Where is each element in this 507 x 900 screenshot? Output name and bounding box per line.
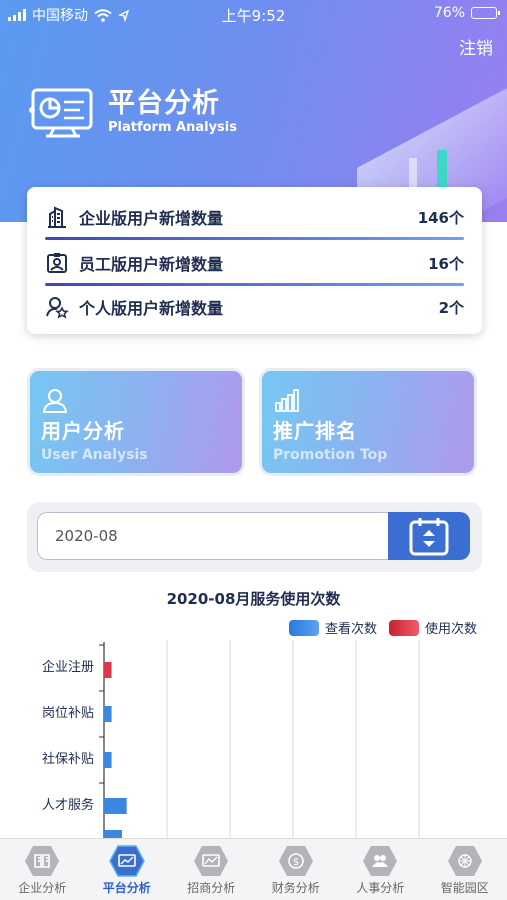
platform-analysis-icon [108, 845, 145, 877]
battery-icon [471, 7, 500, 19]
person-star-icon [46, 297, 69, 319]
tab-platform-analysis[interactable]: 平台分析 [85, 839, 170, 900]
use-count-bar [104, 662, 112, 678]
page-heading: 平台分析 Platform Analysis [28, 84, 237, 140]
stat-value: 2个 [438, 298, 464, 317]
tile-title: 用户分析 [41, 419, 125, 443]
page-title: 平台分析 [108, 88, 220, 119]
view-count-bar [104, 752, 112, 768]
legend-swatch-uses [388, 619, 419, 636]
stat-row-enterprise: 企业版用户新增数量 146个 [45, 197, 464, 237]
month-selector [27, 502, 482, 572]
legend-label: 使用次数 [424, 622, 477, 637]
legend-swatch-views [288, 619, 319, 636]
stat-label: 员工版用户新增数量 [79, 255, 224, 274]
view-count-bar [104, 830, 122, 838]
new-users-card: 企业版用户新增数量 146个 员工版用户新增数量 16个 个人版用户新增数量 2… [27, 187, 482, 334]
chart-title: 2020-08月服务使用次数 [166, 590, 341, 608]
divider [45, 283, 464, 286]
banner-decoration-bar [409, 158, 417, 190]
monitor-chart-icon [29, 88, 93, 138]
building-icon [48, 206, 66, 228]
user-analysis-tile[interactable]: 用户分析 User Analysis [27, 368, 245, 476]
stat-label: 个人版用户新增数量 [79, 299, 224, 318]
legend-label: 查看次数 [324, 622, 377, 637]
view-count-bar [104, 798, 127, 814]
calendar-button[interactable] [388, 512, 470, 560]
view-count-bar [104, 706, 112, 722]
legend-item-views[interactable]: 查看次数 [288, 618, 377, 637]
tile-subtitle: Promotion Top [273, 447, 388, 463]
tab-smart-park[interactable]: 智能园区 [423, 839, 507, 900]
user-icon [42, 389, 68, 413]
tab-hr-analysis[interactable]: 人事分析 [338, 839, 423, 900]
smart-park-icon [447, 846, 482, 876]
status-bar: 中国移动 上午9:52 76% [0, 0, 507, 28]
stat-row-personal: 个人版用户新增数量 2个 [45, 287, 464, 327]
tab-label: 企业分析 [18, 881, 67, 895]
month-input[interactable] [37, 512, 389, 560]
page-subtitle: Platform Analysis [108, 120, 237, 135]
logout-button[interactable]: 注销 [459, 34, 493, 59]
divider [45, 237, 464, 240]
tab-label: 智能园区 [440, 881, 489, 895]
svg-text:$: $ [293, 857, 299, 868]
promotion-ranking-tile[interactable]: 推广排名 Promotion Top [259, 368, 477, 476]
category-label: 岗位补贴 [42, 706, 94, 721]
stat-row-employee: 员工版用户新增数量 16个 [45, 243, 464, 283]
tab-investment-analysis[interactable]: 招商分析 [169, 839, 254, 900]
banner-decoration-bar [437, 150, 447, 190]
tab-label: 财务分析 [271, 881, 320, 895]
investment-analysis-icon [194, 846, 229, 876]
stat-value: 146个 [417, 208, 464, 227]
category-label: 人才服务 [42, 797, 94, 813]
chart-legend: 查看次数 使用次数 [277, 618, 477, 637]
category-label: 企业注册 [42, 659, 94, 675]
tab-label: 平台分析 [102, 881, 151, 895]
bottom-tab-bar: 企业分析 平台分析 招商分析 $ 财务分析 人事分析 智能园区 [0, 838, 507, 900]
stat-value: 16个 [428, 254, 464, 273]
service-usage-chart: 企业注册岗位补贴社保补贴人才服务 [42, 640, 420, 838]
clock: 上午9:52 [221, 7, 286, 25]
legend-item-uses[interactable]: 使用次数 [388, 618, 477, 637]
calendar-icon [409, 518, 449, 556]
category-label: 社保补贴 [42, 751, 94, 767]
tab-label: 人事分析 [356, 881, 405, 895]
stat-label: 企业版用户新增数量 [79, 209, 224, 228]
bar-chart-icon [275, 389, 299, 412]
enterprise-analysis-icon [25, 846, 60, 876]
tile-title: 推广排名 [273, 419, 357, 443]
tab-label: 招商分析 [187, 881, 236, 895]
tab-enterprise-analysis[interactable]: 企业分析 [0, 839, 85, 900]
employee-badge-icon [47, 253, 67, 273]
tab-finance-analysis[interactable]: $ 财务分析 [254, 839, 339, 900]
battery-percent: 76% [433, 5, 465, 21]
hr-analysis-icon [363, 846, 398, 876]
finance-analysis-icon: $ [278, 846, 313, 876]
tile-subtitle: User Analysis [41, 447, 148, 463]
